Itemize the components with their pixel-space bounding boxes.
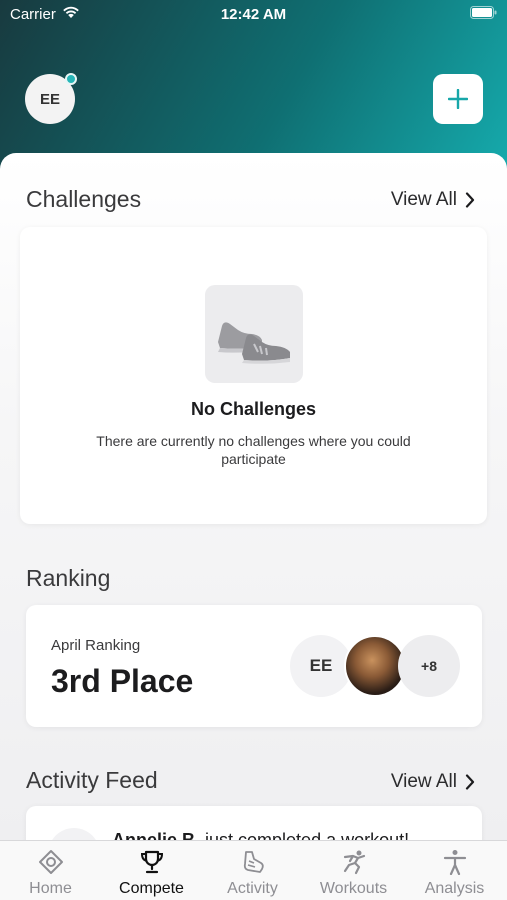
tab-label: Analysis (424, 880, 485, 897)
more-participants-badge: +8 (398, 635, 460, 697)
tab-workouts[interactable]: Workouts (303, 841, 404, 900)
feed-avatar (48, 828, 100, 840)
profile-avatar[interactable]: EE (25, 73, 77, 124)
activity-view-all-button[interactable]: View All (391, 771, 475, 793)
tab-label: Workouts (319, 880, 388, 897)
tab-label: Home (29, 880, 72, 897)
chevron-right-icon (465, 192, 475, 208)
ranking-period-label: April Ranking (51, 637, 141, 654)
activity-feed-item[interactable]: Annelie B. just completed a workout! (26, 806, 482, 840)
content-sheet: Challenges View All No Challenges There … (0, 153, 507, 840)
participant-avatar: EE (290, 635, 352, 697)
feed-action-text: just completed a workout! (200, 830, 410, 840)
participant-photo-avatar (344, 635, 406, 697)
add-button[interactable] (433, 74, 483, 124)
tab-label: Activity (227, 880, 278, 897)
empty-state-title: No Challenges (190, 399, 317, 419)
feed-user-name: Annelie B. (112, 830, 201, 840)
challenges-view-all-button[interactable]: View All (391, 189, 475, 211)
tab-label: Compete (119, 880, 184, 897)
tab-activity[interactable]: Activity (202, 841, 303, 900)
status-bar: Carrier 12:42 AM (0, 0, 507, 30)
view-all-label: View All (390, 771, 457, 792)
participant-initials: EE (309, 656, 333, 675)
activity-icon (243, 851, 264, 873)
feed-item-text: Annelie B. just completed a workout! (112, 830, 409, 840)
ranking-card[interactable]: April Ranking 3rd Place EE +8 (26, 605, 482, 727)
ranking-title: Ranking (26, 565, 111, 591)
empty-state-description: There are currently no challenges where … (96, 433, 411, 467)
challenges-card: No Challenges There are currently no cha… (20, 227, 487, 524)
ranking-place: 3rd Place (51, 663, 194, 699)
workouts-icon (343, 850, 365, 875)
activity-feed-title: Activity Feed (26, 767, 158, 793)
plus-icon (448, 89, 468, 109)
tab-bar: Home Compete Activity Workouts Analysis (0, 840, 507, 900)
sneakers-icon (218, 322, 290, 364)
chevron-right-icon (465, 774, 475, 790)
more-participants-count: +8 (421, 658, 437, 674)
shoe-illustration (205, 285, 303, 383)
tab-compete[interactable]: Compete (101, 841, 202, 900)
tab-analysis[interactable]: Analysis (404, 841, 505, 900)
analysis-icon (443, 850, 466, 875)
online-indicator (65, 73, 77, 85)
trophy-icon (140, 850, 163, 874)
home-icon (38, 850, 63, 874)
tab-home[interactable]: Home (0, 841, 101, 900)
view-all-label: View All (390, 189, 457, 210)
clock: 12:42 AM (220, 6, 287, 23)
challenges-title: Challenges (26, 186, 142, 212)
avatar-initials: EE (39, 90, 60, 108)
battery-icon (470, 6, 497, 19)
